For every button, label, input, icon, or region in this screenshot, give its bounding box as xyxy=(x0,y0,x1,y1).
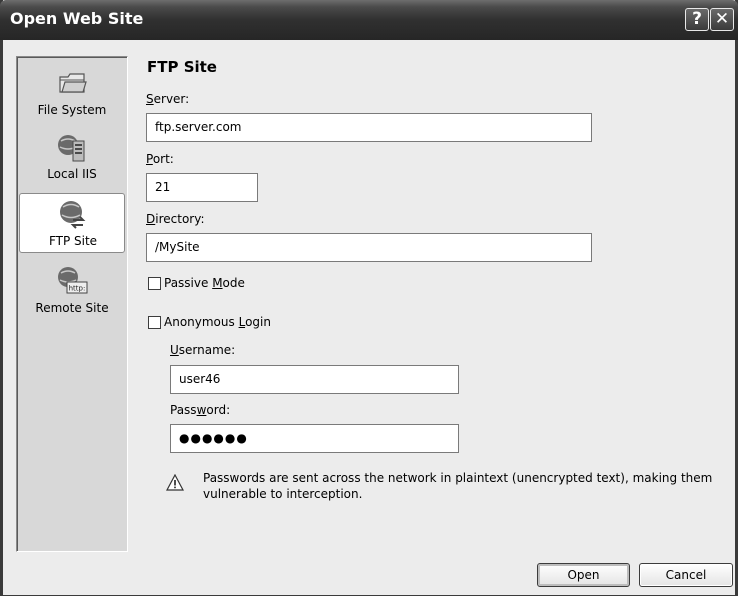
warning-icon xyxy=(166,474,184,491)
sidebar-item-file-system[interactable]: File System xyxy=(19,63,125,123)
dialog-title: Open Web Site xyxy=(10,9,144,28)
username-input[interactable]: user46 xyxy=(170,365,459,394)
sidebar-item-local-iis[interactable]: Local IIS xyxy=(19,127,125,187)
folder-icon xyxy=(59,73,87,93)
port-label: Port: xyxy=(146,152,174,166)
server-icon xyxy=(58,135,85,162)
ftp-globe-icon xyxy=(60,201,86,229)
password-label: Password: xyxy=(170,403,231,417)
svg-text:http:: http: xyxy=(69,285,86,293)
sidebar-item-ftp-site[interactable]: FTP Site xyxy=(19,193,125,253)
directory-label: Directory: xyxy=(146,212,205,226)
sidebar-item-label: Remote Site xyxy=(35,301,109,315)
directory-input[interactable]: /MySite xyxy=(146,233,592,262)
help-button[interactable]: ? xyxy=(685,8,709,31)
sidebar-item-label: FTP Site xyxy=(48,234,98,248)
security-warning-text: Passwords are sent across the network in… xyxy=(203,471,713,501)
anonymous-login-label[interactable]: Anonymous Login xyxy=(164,315,271,329)
cancel-button[interactable]: Cancel xyxy=(639,563,733,587)
sidebar-item-remote-site[interactable]: http: Remote Site xyxy=(19,261,125,321)
port-input[interactable]: 21 xyxy=(146,173,258,202)
open-button[interactable]: Open xyxy=(537,563,630,587)
anonymous-login-checkbox[interactable] xyxy=(148,316,161,329)
title-bar[interactable]: Open Web Site ? ✕ xyxy=(0,0,738,40)
username-label: Username: xyxy=(170,343,236,357)
passive-mode-checkbox[interactable] xyxy=(148,277,161,290)
location-sidebar: File System Local IIS FTP Site http: Rem… xyxy=(16,56,128,552)
passive-mode-label[interactable]: Passive Mode xyxy=(164,276,245,290)
sidebar-item-label: Local IIS xyxy=(47,167,97,181)
password-input[interactable]: ●●●●●● xyxy=(170,424,459,453)
server-label: Server: xyxy=(146,92,190,106)
page-title: FTP Site xyxy=(147,58,217,76)
close-button[interactable]: ✕ xyxy=(710,8,734,31)
http-globe-icon: http: xyxy=(58,267,88,294)
server-input[interactable]: ftp.server.com xyxy=(146,113,592,142)
sidebar-item-label: File System xyxy=(37,103,107,117)
